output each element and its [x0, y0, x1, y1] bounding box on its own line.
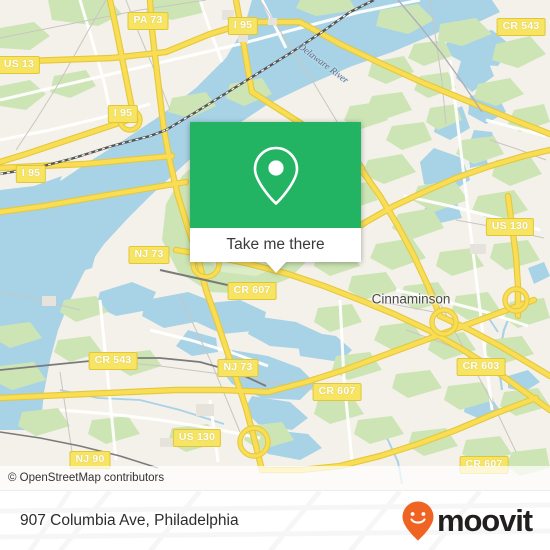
address-label: 907 Columbia Ave, Philadelphia: [20, 511, 239, 529]
attribution-text: © OpenStreetMap contributors: [8, 472, 165, 484]
moovit-wordmark: moovit: [436, 502, 533, 538]
route-shield: US 13: [0, 56, 41, 74]
map-attribution: © OpenStreetMap contributors: [0, 466, 550, 490]
route-shield: I 95: [227, 17, 259, 35]
bottom-info-bar: 907 Columbia Ave, Philadelphia moovit: [0, 490, 550, 550]
route-shield: I 95: [107, 105, 139, 123]
route-shield: NJ 73: [128, 246, 170, 264]
moovit-logo: moovit: [401, 500, 533, 542]
route-shield: PA 73: [127, 12, 169, 30]
map-canvas[interactable]: Delaware River Cinnaminson PA 73 I 95 CR 5…: [0, 0, 550, 490]
map-pin-icon: [253, 146, 298, 205]
route-shield: I 95: [15, 165, 47, 183]
route-shield: US 130: [485, 218, 535, 236]
moovit-smiley-pin-icon: [402, 501, 434, 540]
route-shield: US 130: [172, 429, 222, 447]
popup-icon-panel: [190, 122, 361, 228]
city-label-cinnaminson: Cinnaminson: [371, 291, 451, 307]
destination-popup-card[interactable]: Take me there: [190, 122, 361, 273]
route-shield: CR 543: [88, 352, 138, 370]
map-screenshot: Delaware River Cinnaminson PA 73 I 95 CR 5…: [0, 0, 550, 550]
take-me-there-label: Take me there: [226, 236, 325, 253]
route-shield: CR 543: [496, 18, 546, 36]
route-shield: CR 607: [227, 282, 277, 300]
popup-tail: [266, 262, 286, 273]
route-shield: NJ 73: [217, 359, 259, 377]
route-shield: CR 603: [456, 358, 506, 376]
take-me-there-button[interactable]: Take me there: [190, 228, 361, 262]
route-shield: CR 607: [312, 383, 362, 401]
